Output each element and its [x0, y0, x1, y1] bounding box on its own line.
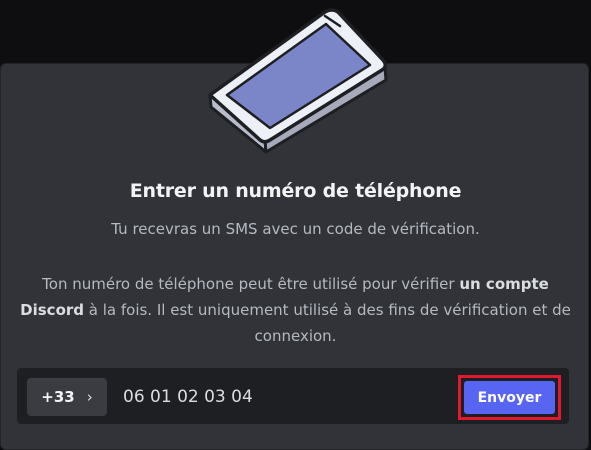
description-text-2: à la fois. Il est uniquement utilisé à d…	[84, 301, 571, 345]
send-button[interactable]: Envoyer	[464, 381, 555, 414]
phone-number-input[interactable]	[123, 380, 443, 414]
modal-title: Entrer un numéro de téléphone	[129, 180, 462, 202]
country-code-button[interactable]: +33 ›	[27, 378, 107, 416]
modal-description: Ton numéro de téléphone peut être utilis…	[14, 271, 577, 349]
send-button-highlight: Envoyer	[458, 375, 561, 420]
description-text-1: Ton numéro de téléphone peut être utilis…	[42, 275, 460, 293]
phone-input-group: +33 › Envoyer	[17, 368, 569, 424]
modal-subtitle: Tu recevras un SMS avec un code de vérif…	[111, 220, 480, 238]
phone-illustration-icon	[208, 8, 388, 154]
chevron-right-icon: ›	[86, 388, 93, 406]
country-code-label: +33	[41, 388, 75, 406]
